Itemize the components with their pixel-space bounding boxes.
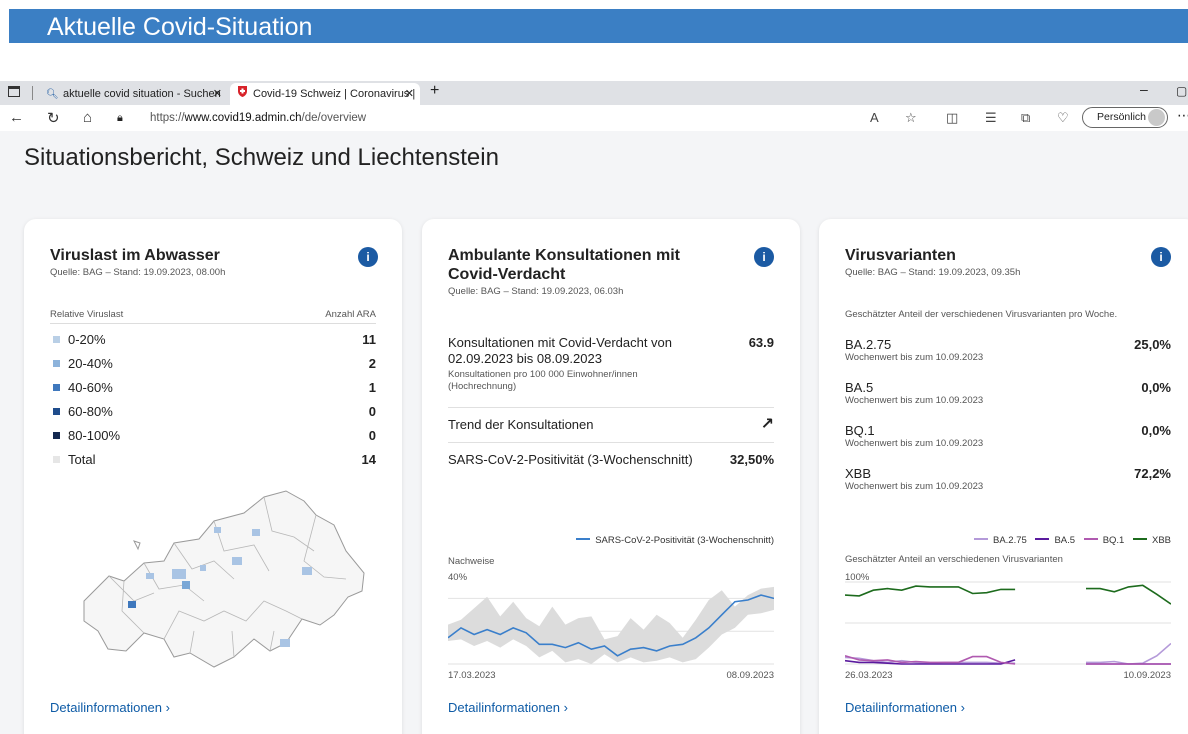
legend-swatch (53, 384, 60, 391)
chart-xstart: 26.03.2023 (845, 670, 893, 681)
address-bar: ← ↻ ⌂ 🔒︎ https://www.covid19.admin.ch/de… (0, 105, 1188, 132)
home-icon[interactable]: ⌂ (83, 109, 92, 126)
variants-description: Geschätzter Anteil der verschiedenen Vir… (845, 309, 1118, 320)
divider (448, 442, 774, 443)
back-icon[interactable]: ← (9, 109, 24, 126)
tab-separator (32, 86, 33, 100)
favorite-star-icon[interactable]: ☆ (905, 110, 917, 126)
consultations-value: 63.9 (748, 335, 774, 350)
tab-covid19[interactable]: Covid-19 Schweiz | Coronavirus | ✕ (230, 83, 420, 105)
chart-legend: BA.2.75 BA.5 BQ.1 XBB (968, 535, 1171, 546)
chart-legend: SARS-CoV-2-Positivität (3-Wochenschnitt) (570, 535, 774, 546)
tab-bar: 🔍︎ aktuelle covid situation - Suchen ✕ Co… (0, 81, 1188, 105)
variant-row: BA.5 Wochenwert bis zum 10.09.2023 0,0% (845, 380, 1171, 406)
consultations-sub: Konsultationen pro 100 000 Einwohner/inn… (448, 369, 638, 392)
legend-swatch (53, 336, 60, 343)
card-source: Quelle: BAG – Stand: 19.09.2023, 08.00h (50, 267, 226, 278)
variants-chart[interactable] (845, 568, 1171, 668)
read-aloud-icon[interactable]: A (870, 110, 879, 125)
trend-arrow-up-right-icon: ↗ (760, 416, 774, 433)
close-tab-icon[interactable]: ✕ (405, 83, 414, 105)
card-source: Quelle: BAG – Stand: 19.09.2023, 09.35h (845, 267, 1021, 278)
card-source: Quelle: BAG – Stand: 19.09.2023, 06.03h (448, 286, 624, 297)
chart-title: Geschätzter Anteil an verschiedenen Viru… (845, 554, 1063, 565)
url-text: https://www.covid19.admin.ch/de/overview (150, 112, 367, 124)
consultations-label: Konsultationen mit Covid-Verdacht von 02… (448, 335, 673, 366)
trend-row: Trend der Konsultationen ↗ (448, 416, 774, 433)
legend-line (1132, 538, 1147, 541)
detail-link[interactable]: Detailinformationen › (845, 700, 965, 715)
profile-label: Persönlich (1097, 111, 1147, 123)
chart-xend: 10.09.2023 (1123, 670, 1171, 681)
detail-link[interactable]: Detailinformationen › (448, 700, 568, 715)
page-title: Situationsbericht, Schweiz und Liechtens… (24, 144, 499, 171)
legend-line (1035, 538, 1050, 541)
avatar (1148, 109, 1165, 126)
card-title: Viruslast im Abwasser (50, 247, 220, 264)
table-row: 60-80% 0 (50, 404, 376, 419)
consultations-metric: Konsultationen mit Covid-Verdacht von 02… (448, 335, 774, 393)
new-tab-icon[interactable]: + (430, 82, 439, 100)
info-icon[interactable]: i (358, 247, 378, 267)
legend-line (576, 538, 591, 541)
tab-search-label: aktuelle covid situation - Suchen (63, 88, 221, 100)
table-header: Relative Viruslast Anzahl ARA (50, 309, 376, 324)
card-consultations: Ambulante Konsultationen mit Covid-Verda… (422, 219, 800, 734)
table-row: 20-40% 2 (50, 356, 376, 371)
table-row-total: Total 14 (50, 452, 376, 467)
tab-actions-icon[interactable] (8, 86, 20, 97)
more-menu-icon[interactable]: ⋯ (1177, 107, 1188, 124)
legend-swatch (53, 456, 60, 463)
profile-button[interactable]: Persönlich (1082, 107, 1168, 128)
switzerland-map[interactable] (64, 481, 384, 681)
card-title: Ambulante Konsultationen mit Covid-Verda… (448, 247, 680, 283)
legend-swatch (53, 432, 60, 439)
table-row: 0-20% 11 (50, 332, 376, 347)
info-icon[interactable]: i (754, 247, 774, 267)
maximize-icon[interactable]: ▢ (1176, 84, 1187, 98)
chart-xend: 08.09.2023 (726, 670, 774, 681)
chevron-right-icon: › (563, 700, 568, 715)
card-variants: Virusvarianten i Quelle: BAG – Stand: 19… (819, 219, 1188, 734)
page-content: Situationsbericht, Schweiz und Liechtens… (0, 131, 1188, 734)
tab-search[interactable]: 🔍︎ aktuelle covid situation - Suchen ✕ (40, 83, 228, 105)
variant-row: XBB Wochenwert bis zum 10.09.2023 72,2% (845, 466, 1171, 492)
variant-row: BA.2.75 Wochenwert bis zum 10.09.2023 25,0… (845, 337, 1171, 363)
legend-line (1083, 538, 1098, 541)
reload-icon[interactable]: ↻ (47, 109, 60, 127)
chart-ylabel: Nachweise (448, 556, 495, 567)
tab-covid19-label: Covid-19 Schweiz | Coronavirus | (253, 88, 416, 100)
chart-xstart: 17.03.2023 (448, 670, 496, 681)
url-field[interactable]: 🔒︎ https://www.covid19.admin.ch/de/overv… (113, 108, 1113, 128)
slide-title-text: Aktuelle Covid-Situation (47, 13, 313, 41)
favorites-icon[interactable]: ☰ (985, 110, 997, 126)
slide-title: Aktuelle Covid-Situation (0, 0, 1188, 43)
variant-row: BQ.1 Wochenwert bis zum 10.09.2023 0,0% (845, 423, 1171, 449)
split-screen-icon[interactable]: ◫ (946, 110, 958, 126)
positivity-row: SARS-CoV-2-Positivität (3-Wochenschnitt)… (448, 452, 774, 467)
detail-link[interactable]: Detailinformationen › (50, 700, 170, 715)
collections-icon[interactable]: ⧉ (1021, 110, 1030, 126)
legend-swatch (53, 360, 60, 367)
card-title: Virusvarianten (845, 247, 956, 264)
chevron-right-icon: › (960, 700, 965, 715)
minimize-icon[interactable]: – (1140, 81, 1148, 97)
table-row: 40-60% 1 (50, 380, 376, 395)
browser-window: 🔍︎ aktuelle covid situation - Suchen ✕ Co… (0, 81, 1188, 734)
legend-swatch (53, 408, 60, 415)
close-tab-icon[interactable]: ✕ (213, 83, 222, 105)
positivity-chart[interactable] (448, 568, 774, 668)
swiss-shield-icon (236, 84, 248, 106)
divider (448, 407, 774, 408)
lock-icon: 🔒︎ (117, 112, 123, 124)
legend-line (973, 538, 988, 541)
search-icon: 🔍︎ (46, 89, 59, 100)
series-line-xbb (845, 584, 1171, 605)
browser-essentials-icon[interactable]: ♡ (1057, 110, 1069, 126)
info-icon[interactable]: i (1151, 247, 1171, 267)
table-row: 80-100% 0 (50, 428, 376, 443)
chevron-right-icon: › (165, 700, 170, 715)
card-wastewater: Viruslast im Abwasser i Quelle: BAG – St… (24, 219, 402, 734)
